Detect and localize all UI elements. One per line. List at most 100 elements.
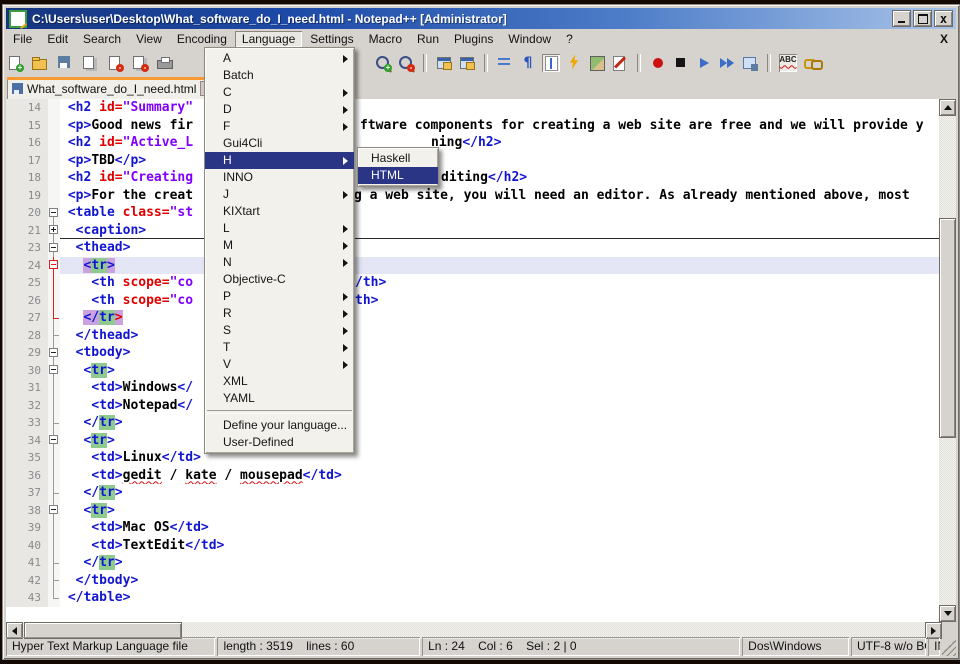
code-text[interactable]: <tr> bbox=[60, 432, 942, 450]
code-line-39[interactable]: 39 <td>Mac OS</td> bbox=[6, 519, 942, 537]
language-menu-item-j[interactable]: J bbox=[205, 186, 354, 203]
language-menu-item-xml[interactable]: XML bbox=[205, 373, 354, 390]
line-number[interactable]: 16 bbox=[6, 134, 48, 152]
language-menu-item-l[interactable]: L bbox=[205, 220, 354, 237]
line-number[interactable]: 29 bbox=[6, 344, 48, 362]
vertical-scrollbar[interactable] bbox=[939, 99, 956, 622]
code-line-40[interactable]: 40 <td>TextEdit</td> bbox=[6, 537, 942, 555]
code-text[interactable]: <tr> bbox=[60, 257, 942, 275]
line-number[interactable]: 25 bbox=[6, 274, 48, 292]
code-line-42[interactable]: 42 </tbody> bbox=[6, 572, 942, 590]
line-number[interactable]: 30 bbox=[6, 362, 48, 380]
fold-margin[interactable] bbox=[48, 327, 60, 345]
code-line-36[interactable]: 36 <td>gedit / kate / mousepad</td> bbox=[6, 467, 942, 485]
line-number[interactable]: 37 bbox=[6, 484, 48, 502]
line-number[interactable]: 43 bbox=[6, 589, 48, 607]
code-line-26[interactable]: 26 <th scope="coth> bbox=[6, 292, 942, 310]
line-number[interactable]: 34 bbox=[6, 432, 48, 450]
code-text[interactable]: <td>Mac OS</td> bbox=[60, 519, 942, 537]
word-wrap-icon[interactable] bbox=[496, 54, 514, 72]
code-text[interactable]: <td>Notepad</ bbox=[60, 397, 942, 415]
fold-collapsed-marker[interactable] bbox=[49, 225, 58, 234]
macro-stop-icon[interactable] bbox=[672, 54, 690, 72]
fold-open-marker[interactable] bbox=[49, 208, 58, 217]
code-text[interactable]: </tr> bbox=[60, 554, 942, 572]
language-submenu-item-html[interactable]: HTML bbox=[358, 167, 438, 184]
code-text[interactable]: <th scope="coth> bbox=[60, 292, 942, 310]
code-line-24[interactable]: 24 <tr> bbox=[6, 257, 942, 275]
save-icon[interactable] bbox=[56, 54, 74, 72]
code-text[interactable]: <h2 id="Active_Lning</h2> bbox=[60, 134, 942, 152]
status-eol-format[interactable]: Dos\Windows bbox=[742, 637, 849, 656]
code-line-43[interactable]: 43 </table> bbox=[6, 589, 942, 607]
function-completion-icon[interactable] bbox=[565, 54, 583, 72]
scroll-up-button[interactable] bbox=[939, 99, 956, 116]
menubar-item-macro[interactable]: Macro bbox=[362, 31, 409, 47]
fold-margin[interactable] bbox=[48, 502, 60, 520]
code-line-15[interactable]: 15 <p>Good news firftware components for… bbox=[6, 117, 942, 135]
save-all-icon[interactable] bbox=[81, 54, 99, 72]
code-text[interactable]: <p>For the creatg a web site, you will n… bbox=[60, 187, 942, 205]
tab-what-software-do-i-need[interactable]: What_software_do_I_need.html x bbox=[7, 77, 221, 99]
new-file-icon[interactable]: + bbox=[6, 54, 24, 72]
line-number[interactable]: 14 bbox=[6, 99, 48, 117]
code-line-27[interactable]: 27 </tr> bbox=[6, 309, 942, 327]
code-editor[interactable]: 14 <h2 id="Summary"15 <p>Good news firft… bbox=[6, 99, 942, 622]
fold-open-marker[interactable] bbox=[49, 435, 58, 444]
language-submenu-item-haskell[interactable]: Haskell bbox=[358, 150, 438, 167]
line-number[interactable]: 28 bbox=[6, 327, 48, 345]
code-text[interactable]: <caption> bbox=[60, 222, 942, 240]
line-number[interactable]: 27 bbox=[6, 309, 48, 327]
fold-margin[interactable] bbox=[48, 169, 60, 187]
line-number[interactable]: 15 bbox=[6, 117, 48, 135]
resize-grip[interactable] bbox=[942, 637, 956, 656]
line-number[interactable]: 17 bbox=[6, 152, 48, 170]
code-text[interactable]: </tbody> bbox=[60, 572, 942, 590]
browser-link-icon[interactable] bbox=[802, 54, 820, 72]
code-text[interactable]: </table> bbox=[60, 589, 942, 607]
code-line-34[interactable]: 34 <tr> bbox=[6, 432, 942, 450]
fold-margin[interactable] bbox=[48, 484, 60, 502]
fold-margin[interactable] bbox=[48, 519, 60, 537]
code-text[interactable]: <thead> bbox=[60, 239, 942, 257]
fold-open-marker[interactable] bbox=[49, 243, 58, 252]
code-text[interactable]: </tr> bbox=[60, 414, 942, 432]
zoom-in-icon[interactable]: + bbox=[374, 54, 392, 72]
code-line-23[interactable]: 23 <thead> bbox=[6, 239, 942, 257]
line-number[interactable]: 32 bbox=[6, 397, 48, 415]
language-menu-item-objective-c[interactable]: Objective-C bbox=[205, 271, 354, 288]
sync-vertical-scroll-icon[interactable] bbox=[435, 54, 453, 72]
fold-margin[interactable] bbox=[48, 257, 60, 275]
menubar-item-file[interactable]: File bbox=[6, 31, 39, 47]
line-number[interactable]: 42 bbox=[6, 572, 48, 590]
fold-margin[interactable] bbox=[48, 537, 60, 555]
line-number[interactable]: 26 bbox=[6, 292, 48, 310]
fold-margin[interactable] bbox=[48, 99, 60, 117]
menubar-item-search[interactable]: Search bbox=[76, 31, 128, 47]
language-menu-item-define-your-language-[interactable]: Define your language... bbox=[205, 417, 354, 434]
fold-margin[interactable] bbox=[48, 292, 60, 310]
fold-margin[interactable] bbox=[48, 274, 60, 292]
language-menu-item-n[interactable]: N bbox=[205, 254, 354, 271]
sync-horizontal-scroll-icon[interactable] bbox=[458, 54, 476, 72]
maximize-button[interactable] bbox=[913, 10, 932, 27]
code-text[interactable]: <table class="st bbox=[60, 204, 942, 222]
code-line-28[interactable]: 28 </thead> bbox=[6, 327, 942, 345]
code-line-14[interactable]: 14 <h2 id="Summary" bbox=[6, 99, 942, 117]
fold-margin[interactable] bbox=[48, 239, 60, 257]
fold-margin[interactable] bbox=[48, 397, 60, 415]
line-number[interactable]: 41 bbox=[6, 554, 48, 572]
line-number[interactable]: 31 bbox=[6, 379, 48, 397]
menubar-item-edit[interactable]: Edit bbox=[40, 31, 75, 47]
line-number[interactable]: 40 bbox=[6, 537, 48, 555]
indent-guide-icon[interactable] bbox=[542, 54, 560, 72]
fold-margin[interactable] bbox=[48, 222, 60, 240]
code-text[interactable]: <td>gedit / kate / mousepad</td> bbox=[60, 467, 942, 485]
macro-record-icon[interactable] bbox=[649, 54, 667, 72]
fold-margin[interactable] bbox=[48, 432, 60, 450]
menubar-item-run[interactable]: Run bbox=[410, 31, 446, 47]
code-text[interactable]: <td>Linux</td> bbox=[60, 449, 942, 467]
menubar-close-document-icon[interactable]: X bbox=[932, 32, 956, 46]
code-text[interactable]: <tr> bbox=[60, 502, 942, 520]
code-line-32[interactable]: 32 <td>Notepad</ bbox=[6, 397, 942, 415]
